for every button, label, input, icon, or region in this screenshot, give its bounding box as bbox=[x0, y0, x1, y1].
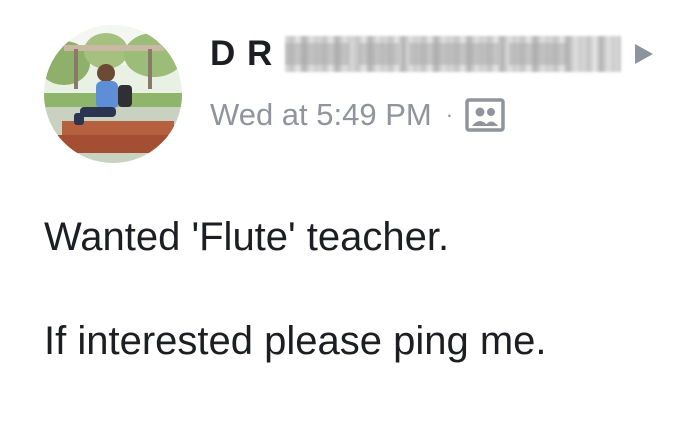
friends-audience-icon[interactable] bbox=[465, 97, 505, 133]
post-text-line: If interested please ping me. bbox=[44, 319, 547, 363]
redacted-name[interactable] bbox=[285, 36, 622, 72]
post-card: D R Wed at 5:49 PM · Wanted 'Flute' teac… bbox=[0, 0, 700, 426]
author-row: D R bbox=[210, 30, 654, 78]
post-body: Wanted 'Flute' teacher. If interested pl… bbox=[44, 212, 674, 366]
meta-separator: · bbox=[445, 102, 454, 127]
author-name[interactable]: D R bbox=[210, 34, 273, 74]
post-meta: Wed at 5:49 PM · bbox=[210, 92, 505, 138]
post-timestamp[interactable]: Wed at 5:49 PM bbox=[210, 97, 432, 133]
avatar[interactable] bbox=[44, 25, 182, 163]
triangle-arrow-icon bbox=[635, 44, 654, 64]
avatar-photo bbox=[44, 25, 182, 163]
post-text-line: Wanted 'Flute' teacher. bbox=[44, 215, 450, 259]
